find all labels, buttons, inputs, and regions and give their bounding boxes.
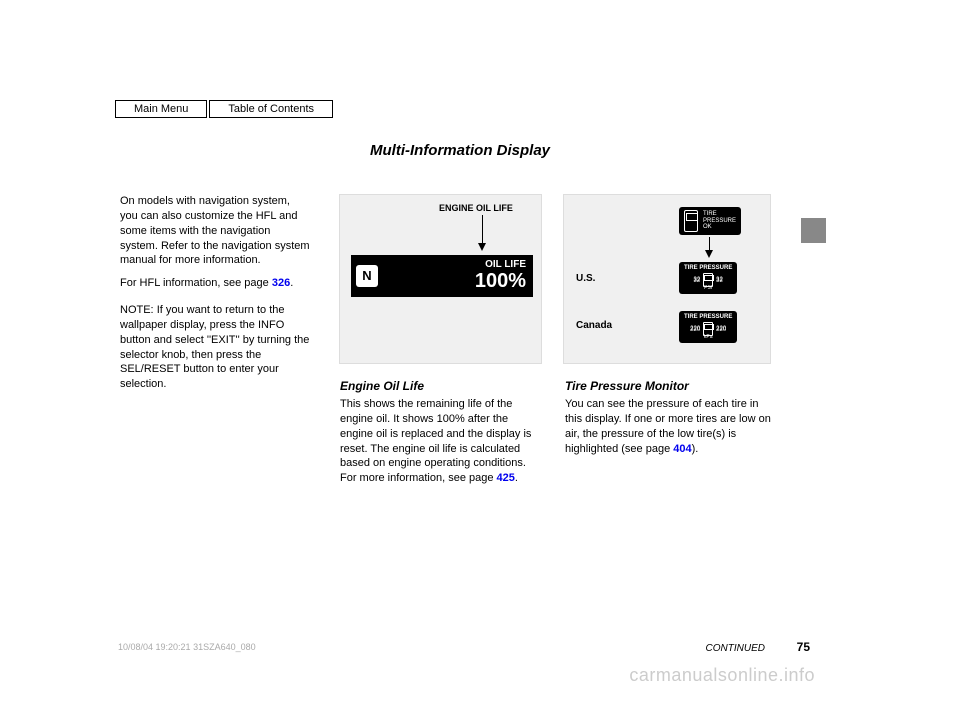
us-rr: 32 — [716, 278, 723, 284]
tp-header-ca: TIRE PRESSURE — [684, 314, 732, 320]
oil-life-percent: 100% — [475, 270, 526, 292]
note-paragraph: NOTE: If you want to return to the wallp… — [120, 303, 310, 392]
us-rl: 32 — [693, 278, 700, 284]
car-icon-small — [703, 273, 713, 287]
note-body: If you want to return to the wallpaper d… — [120, 304, 309, 390]
tire-pressure-psi-indicator: TIRE PRESSURE 3232 3232 PSI — [679, 262, 737, 294]
tp-body-post: ). — [692, 443, 699, 455]
tire-pressure-kpa-indicator: TIRE PRESSURE 220220 220220 kPa — [679, 311, 737, 343]
note-head: NOTE: — [120, 304, 154, 316]
main-menu-button[interactable]: Main Menu — [115, 100, 207, 118]
display-strip: N OIL LIFE 100% — [351, 255, 533, 297]
engine-oil-life-heading: Engine Oil Life — [340, 379, 540, 393]
center-column: Engine Oil Life This shows the remaining… — [340, 379, 540, 494]
page-link-404[interactable]: 404 — [673, 443, 691, 455]
engine-oil-life-body: This shows the remaining life of the eng… — [340, 397, 540, 486]
page-title: Multi-Information Display — [370, 142, 550, 159]
ca-rr: 220 — [716, 327, 726, 333]
gear-indicator: N — [356, 265, 378, 287]
oil-body-post: . — [515, 472, 518, 484]
nav-button-row: Main Menu Table of Contents — [115, 100, 333, 118]
oil-life-label: OIL LIFE — [475, 259, 526, 270]
car-icon — [684, 210, 698, 232]
transition-arrow-head — [705, 250, 713, 258]
callout-arrowhead — [478, 243, 486, 251]
tp-header-us: TIRE PRESSURE — [684, 265, 732, 271]
page-link-326[interactable]: 326 — [272, 277, 290, 289]
page-number: 75 — [797, 640, 810, 654]
footer-code: 10/08/04 19:20:21 31SZA640_080 — [118, 642, 256, 652]
section-tab — [801, 218, 826, 243]
toc-button[interactable]: Table of Contents — [209, 100, 333, 118]
hfl-ref-post: . — [290, 277, 293, 289]
page-link-425[interactable]: 425 — [497, 472, 515, 484]
callout-line — [482, 215, 483, 246]
tire-pressure-display-illustration: TIREPRESSUREOK U.S. TIRE PRESSURE 3232 3… — [563, 194, 771, 364]
ca-rl: 220 — [690, 327, 700, 333]
tp-body-pre: You can see the pressure of each tire in… — [565, 398, 771, 455]
left-column: On models with navigation system, you ca… — [120, 194, 310, 400]
engine-oil-life-callout: ENGINE OIL LIFE — [439, 203, 513, 213]
tire-pressure-ok-indicator: TIREPRESSUREOK — [679, 207, 741, 235]
tire-pressure-ok-text: TIREPRESSUREOK — [703, 211, 736, 231]
hfl-ref-pre: For HFL information, see page — [120, 277, 272, 289]
tire-pressure-body: You can see the pressure of each tire in… — [565, 397, 775, 456]
region-label-canada: Canada — [576, 320, 612, 331]
continued-label: CONTINUED — [706, 643, 765, 654]
region-label-us: U.S. — [576, 273, 595, 284]
hfl-page-ref: For HFL information, see page 326. — [120, 276, 310, 291]
oil-readout: OIL LIFE 100% — [475, 259, 526, 293]
car-icon-small — [703, 322, 713, 336]
hfl-nav-paragraph: On models with navigation system, you ca… — [120, 194, 310, 268]
tire-pressure-heading: Tire Pressure Monitor — [565, 379, 775, 393]
watermark: carmanualsonline.info — [629, 665, 815, 686]
right-column: Tire Pressure Monitor You can see the pr… — [565, 379, 775, 464]
oil-life-display-illustration: ENGINE OIL LIFE N OIL LIFE 100% — [339, 194, 542, 364]
